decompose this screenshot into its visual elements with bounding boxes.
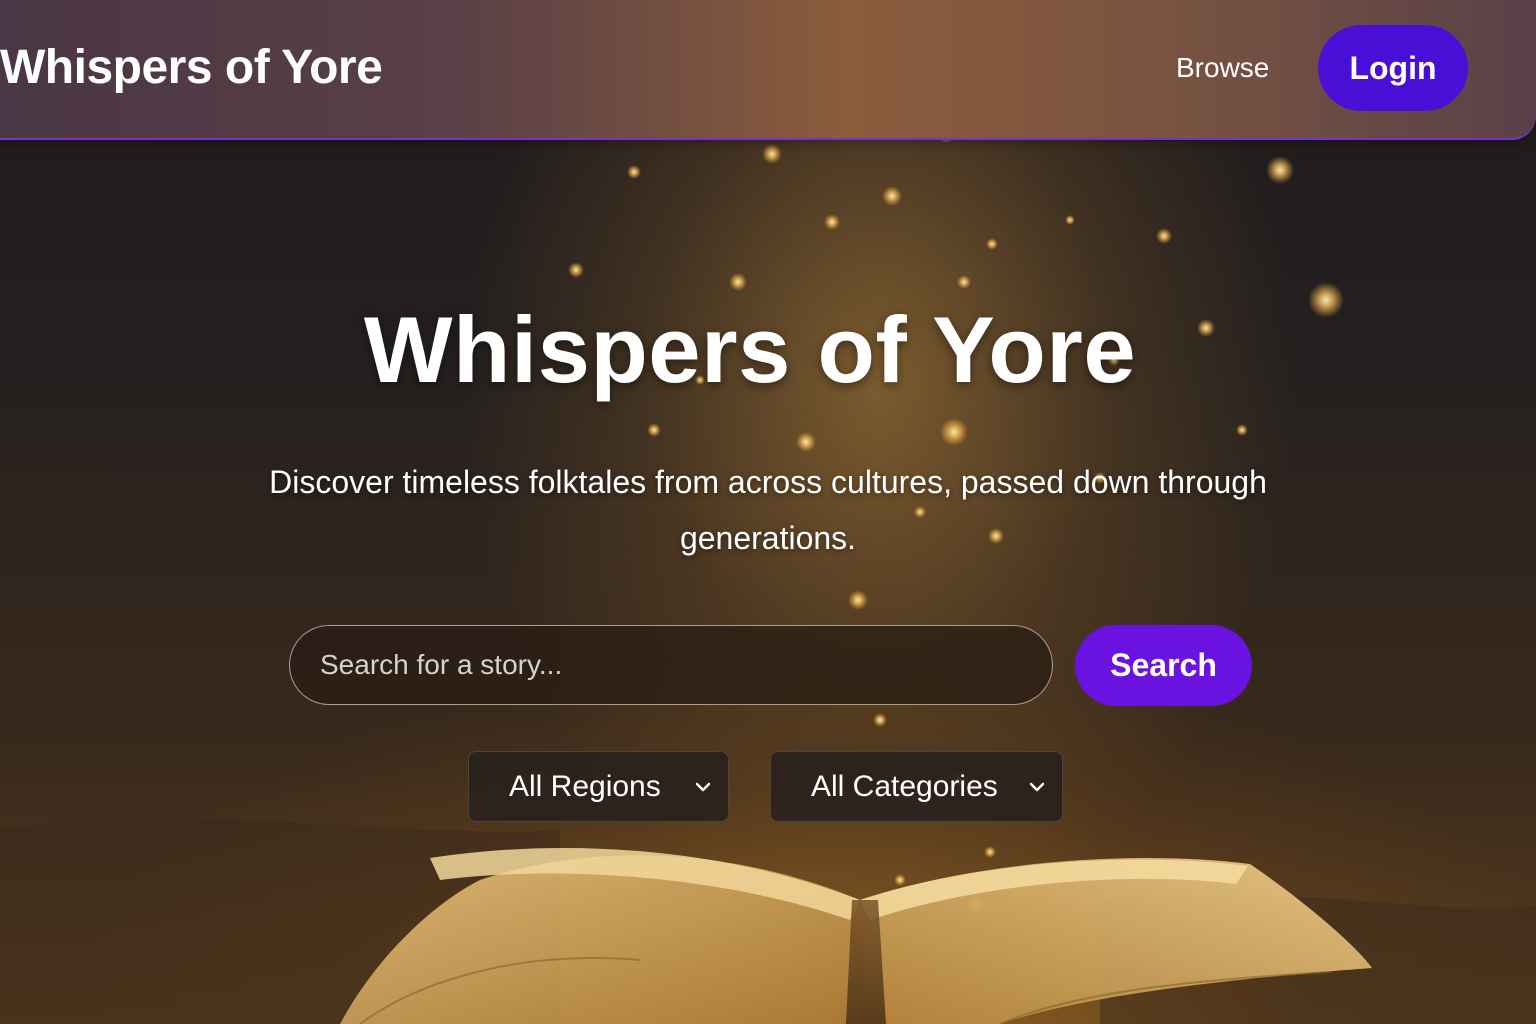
hero-subtitle: Discover timeless folktales from across … xyxy=(269,464,1267,556)
region-filter-value: All Regions xyxy=(509,769,661,803)
page: Whispers of Yore Browse Login Whispers o… xyxy=(0,0,1536,1024)
login-button[interactable]: Login xyxy=(1318,25,1468,111)
search-button[interactable]: Search xyxy=(1075,625,1252,706)
brand-logo-text[interactable]: Whispers of Yore xyxy=(0,40,383,95)
chevron-down-icon xyxy=(1029,782,1045,792)
navbar: Whispers of Yore Browse Login xyxy=(0,0,1536,140)
hero-title: Whispers of Yore xyxy=(363,297,1137,402)
nav-link-browse[interactable]: Browse xyxy=(1176,52,1269,84)
category-filter-value: All Categories xyxy=(811,769,998,803)
region-filter-select[interactable]: All Regions xyxy=(468,751,729,822)
category-filter-select[interactable]: All Categories xyxy=(770,751,1063,822)
chevron-down-icon xyxy=(695,782,711,792)
search-input[interactable] xyxy=(289,625,1053,705)
